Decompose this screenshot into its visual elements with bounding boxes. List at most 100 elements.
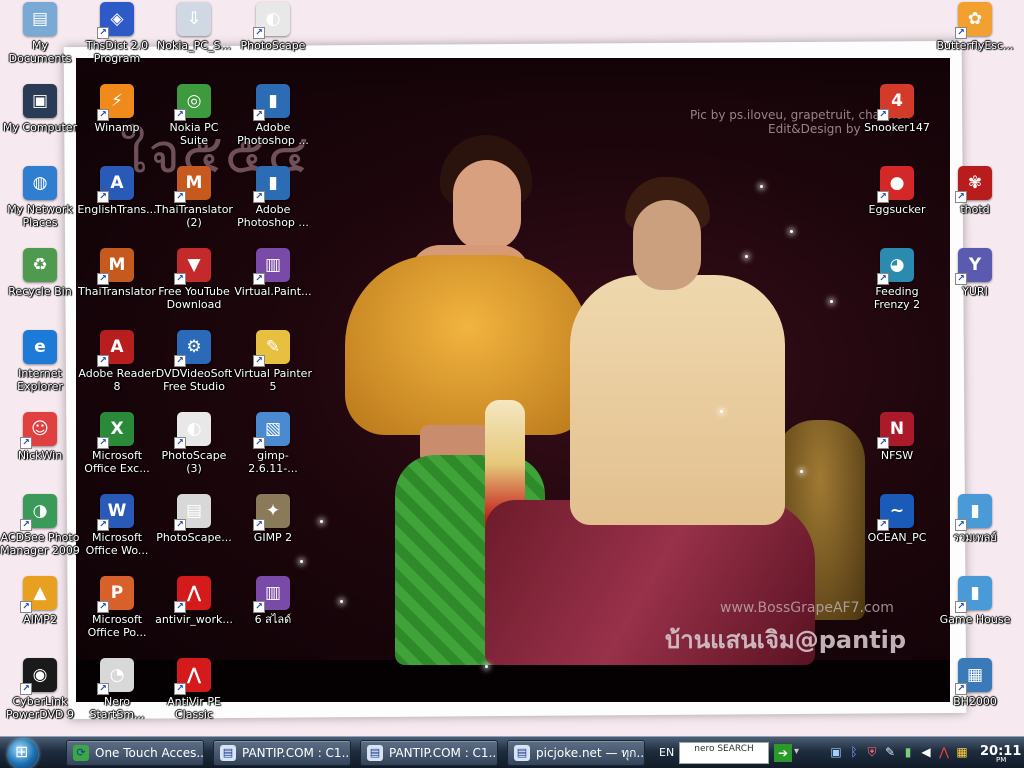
taskbar-button[interactable]: ▤ PANTIP.COM : C1...: [213, 740, 351, 766]
desktop-icon-feeding-frenzy[interactable]: ◕ ↗ Feeding Frenzy 2: [857, 248, 937, 311]
shortcut-arrow-icon: ↗: [253, 273, 265, 285]
shortcut-arrow-icon: ↗: [955, 273, 967, 285]
desktop-icon-yuri[interactable]: Y ↗ YURI: [935, 248, 1015, 298]
desktop-icon-my-computer[interactable]: ▣ My Computer: [0, 84, 80, 134]
desktop-icon-recycle-bin[interactable]: ♻ Recycle Bin: [0, 248, 80, 298]
desktop-icon-englishtrans[interactable]: A ↗ EnglishTrans...: [77, 166, 157, 216]
desktop-icon-label: Eggsucker: [868, 203, 926, 216]
desktop-icon-thai-doc[interactable]: ▮ ↗ รวมเพลย์: [935, 494, 1015, 544]
desktop-icon-virtual-paint[interactable]: ▥ ↗ Virtual.Paint...: [233, 248, 313, 298]
my-documents-icon: ▤: [23, 2, 57, 36]
shortcut-arrow-icon: ↗: [174, 437, 186, 449]
desktop-icon-aimp2[interactable]: ▲ ↗ AIMP2: [0, 576, 80, 626]
bluetooth-icon[interactable]: ᛒ: [846, 743, 862, 761]
recycle-bin-icon: ♻: [23, 248, 57, 282]
desktop-icon-ocean-pc[interactable]: ~ ↗ OCEAN_PC: [857, 494, 937, 544]
desktop-icon-thaitranslator2[interactable]: M ↗ ThaiTranslator (2): [154, 166, 234, 229]
desktop-icon-label: Microsoft Office Wo...: [85, 531, 149, 557]
desktop-icon-thaitranslator[interactable]: M ↗ ThaiTranslator: [77, 248, 157, 298]
shield-icon[interactable]: ⛨: [864, 743, 880, 761]
volume-icon[interactable]: ◀: [918, 743, 934, 761]
taskbar-button[interactable]: ▤ picjoke.net — ทุก...: [507, 740, 645, 766]
desktop-icon-nokia-pc-suite[interactable]: ◎ ↗ Nokia PC Suite: [154, 84, 234, 147]
desktop-icon-cyberlink[interactable]: ◉ ↗ CyberLink PowerDVD 9: [0, 658, 80, 721]
my-network-icon: ◍: [23, 166, 57, 200]
desktop-icon-nickwin[interactable]: ☺ ↗ NickWin: [0, 412, 80, 462]
desktop-icon-adobe-ps-2[interactable]: ▮ ↗ Adobe Photoshop ...: [233, 166, 313, 229]
nokia-pc-suite-icon: ◎ ↗: [174, 84, 211, 121]
desktop-icon-photoscape-3[interactable]: ◐ ↗ PhotoScape (3): [154, 412, 234, 475]
desktop-icon-snooker147[interactable]: 4 ↗ Snooker147: [857, 84, 937, 134]
desktop-icon-nfsw[interactable]: N ↗ NFSW: [857, 412, 937, 462]
wallpaper-man-shirt: [570, 275, 785, 525]
app-icon[interactable]: ▦: [954, 743, 970, 761]
desktop-icon-label: PhotoScape (3): [161, 449, 227, 475]
desktop-icon-adobe-ps-1[interactable]: ▮ ↗ Adobe Photoshop ...: [233, 84, 313, 147]
pen-icon[interactable]: ✎: [882, 743, 898, 761]
desktop-icon-adobe-reader[interactable]: A ↗ Adobe Reader 8: [77, 330, 157, 393]
shortcut-arrow-icon: ↗: [20, 683, 32, 695]
desktop-icon-photoscape-dots[interactable]: ▤ ↗ PhotoScape...: [154, 494, 234, 544]
battery-icon[interactable]: ▮: [900, 743, 916, 761]
feeding-frenzy-icon: ◕ ↗: [877, 248, 914, 285]
desktop-icon-virtual-painter[interactable]: ✎ ↗ Virtual Painter 5: [233, 330, 313, 393]
game-house-icon: ▮ ↗: [955, 576, 992, 613]
desktop-icon-my-documents[interactable]: ▤ My Documents: [0, 2, 80, 65]
taskbar: ⟳ One Touch Acces... ▤ PANTIP.COM : C1... ▤ P…: [0, 736, 1024, 768]
shortcut-arrow-icon: ↗: [174, 519, 186, 531]
desktop-icon-six-files[interactable]: ▥ ↗ 6 สไลด์: [233, 576, 313, 626]
desktop-icon-thsdict[interactable]: ◈ ↗ ThsDict 2.0 Program: [77, 2, 157, 65]
desktop-icon-thotd[interactable]: ✾ ↗ thotd: [935, 166, 1015, 216]
desktop-icon-label: ACDSee Photo Manager 2009: [0, 531, 80, 557]
desktop-icon-label: Recycle Bin: [8, 285, 72, 298]
desktop-icon-nero-start[interactable]: ◔ ↗ Nero StartSm...: [77, 658, 157, 721]
desktop-icon-ms-word[interactable]: W ↗ Microsoft Office Wo...: [77, 494, 157, 557]
desktop-icon-gimp-2611[interactable]: ▧ ↗ gimp-2.6.11-...: [233, 412, 313, 475]
desktop-icon-winamp[interactable]: ⚡ ↗ Winamp: [77, 84, 157, 134]
nero-search-go-button[interactable]: ➔: [774, 744, 792, 762]
desktop-icon-free-youtube[interactable]: ▼ ↗ Free YouTube Download: [154, 248, 234, 311]
wallpaper-man-face: [633, 200, 701, 290]
desktop-icon-label: Internet Explorer: [17, 367, 63, 393]
desktop-icon-antivir-pe[interactable]: ⋀ ↗ AntiVir PE Classic: [154, 658, 234, 721]
gimp-2-icon: ✦ ↗: [253, 494, 290, 531]
thaitranslator2-icon: M ↗: [174, 166, 211, 203]
desktop-icon-ms-powerpoint[interactable]: P ↗ Microsoft Office Po...: [77, 576, 157, 639]
desktop-icon-nokia-pc-s[interactable]: ⇩ Nokia_PC_S...: [154, 2, 234, 52]
taskbar-button[interactable]: ▤ PANTIP.COM : C1...: [360, 740, 498, 766]
desktop-icon-label: ThaiTranslator: [78, 285, 156, 298]
shortcut-arrow-icon: ↗: [253, 437, 265, 449]
desktop-icon-acdsee[interactable]: ◑ ↗ ACDSee Photo Manager 2009: [0, 494, 80, 557]
desktop-icon-gimp-2[interactable]: ✦ ↗ GIMP 2: [233, 494, 313, 544]
desktop-icon-label: BH2000: [953, 695, 997, 708]
taskbar-button[interactable]: ⟳ One Touch Acces...: [66, 740, 204, 766]
desktop-icon-internet-explorer[interactable]: e Internet Explorer: [0, 330, 80, 393]
desktop-icon-label: Adobe Photoshop ...: [237, 203, 309, 229]
photoscape-top-icon: ◐ ↗: [253, 2, 290, 39]
taskbar-button-label: picjoke.net — ทุก...: [536, 745, 645, 760]
desktop-icon-butterfly[interactable]: ✿ ↗ ButterflyEsc...: [935, 2, 1015, 52]
desktop-icon-photoscape-top[interactable]: ◐ ↗ PhotoScape: [233, 2, 313, 52]
desktop-icon-label: Nero StartSm...: [89, 695, 145, 721]
desktop-icon-ms-excel[interactable]: X ↗ Microsoft Office Exc...: [77, 412, 157, 475]
desktop-icon-eggsucker[interactable]: ● ↗ Eggsucker: [857, 166, 937, 216]
language-indicator[interactable]: EN: [659, 746, 674, 759]
desktop-icon-antivir-work[interactable]: ⋀ ↗ antivir_work...: [154, 576, 234, 626]
desktop-icon-game-house[interactable]: ▮ ↗ Game House: [935, 576, 1015, 626]
shortcut-arrow-icon: ↗: [877, 437, 889, 449]
desktop-icon-label: NickWin: [17, 449, 63, 462]
shortcut-arrow-icon: ↗: [97, 355, 109, 367]
network-icon[interactable]: ▣: [828, 743, 844, 761]
nero-search-dropdown-icon[interactable]: ▾: [794, 746, 799, 757]
nero-search-box[interactable]: nero SEARCH: [679, 742, 769, 764]
free-youtube-icon: ▼ ↗: [174, 248, 211, 285]
shortcut-arrow-icon: ↗: [20, 437, 32, 449]
ms-powerpoint-icon: P ↗: [97, 576, 134, 613]
antivir-icon[interactable]: ⋀: [936, 743, 952, 761]
desktop-icon-my-network[interactable]: ◍ My Network Places: [0, 166, 80, 229]
desktop-icon-label: DVDVideoSoft Free Studio: [155, 367, 233, 393]
desktop-icon-label: YURI: [962, 285, 988, 298]
desktop-icon-bh2000[interactable]: ▦ ↗ BH2000: [935, 658, 1015, 708]
start-button[interactable]: [8, 739, 38, 768]
desktop-icon-dvdvideosoft[interactable]: ⚙ ↗ DVDVideoSoft Free Studio: [154, 330, 234, 393]
